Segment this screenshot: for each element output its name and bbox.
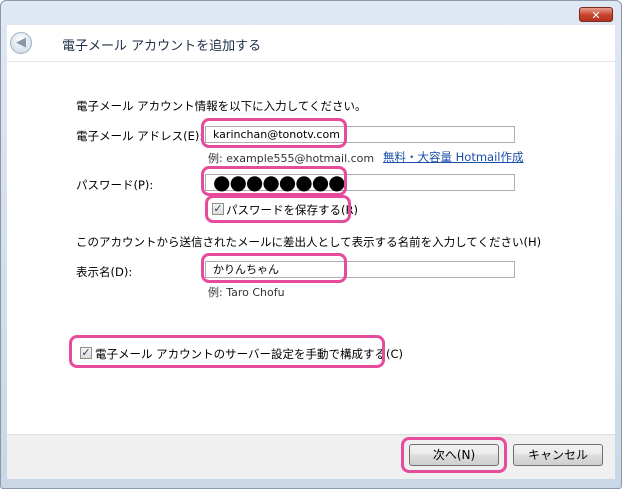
wizard-footer: 次へ(N) キャンセル (7, 434, 615, 479)
display-name-instruction: このアカウントから送信されたメールに差出人として表示する名前を入力してください(… (76, 235, 542, 249)
manual-config-highlight (69, 335, 385, 368)
back-button[interactable]: ◀ (10, 32, 32, 54)
password-label: パスワード(P): (76, 178, 154, 192)
next-highlight (401, 437, 507, 473)
back-arrow-icon: ◀ (16, 35, 26, 50)
display-name-label: 表示名(D): (76, 265, 133, 279)
email-label: 電子メール アドレス(E): (76, 129, 204, 143)
email-example: 例: example555@hotmail.com (208, 152, 375, 165)
cancel-button[interactable]: キャンセル (513, 444, 603, 466)
display-name-highlight (201, 253, 347, 283)
intro-text: 電子メール アカウント情報を以下に入力してください。 (76, 99, 367, 113)
save-password-highlight (205, 195, 351, 223)
close-button[interactable]: ✕ (579, 7, 613, 22)
hotmail-signup-link[interactable]: 無料・大容量 Hotmail作成 (383, 149, 524, 165)
add-email-account-window: ✕ ◀ 電子メール アカウントを追加する 電子メール アカウント情報を以下に入力… (0, 0, 622, 489)
page-title: 電子メール アカウントを追加する (62, 39, 262, 54)
wizard-header: ◀ 電子メール アカウントを追加する (7, 25, 615, 62)
close-icon: ✕ (591, 9, 601, 22)
password-highlight (201, 166, 347, 196)
wizard-content: 電子メール アカウント情報を以下に入力してください。 電子メール アドレス(E)… (7, 62, 615, 434)
title-bar: ✕ (1, 1, 621, 25)
display-name-example: 例: Taro Chofu (208, 286, 285, 299)
email-highlight (201, 118, 347, 148)
